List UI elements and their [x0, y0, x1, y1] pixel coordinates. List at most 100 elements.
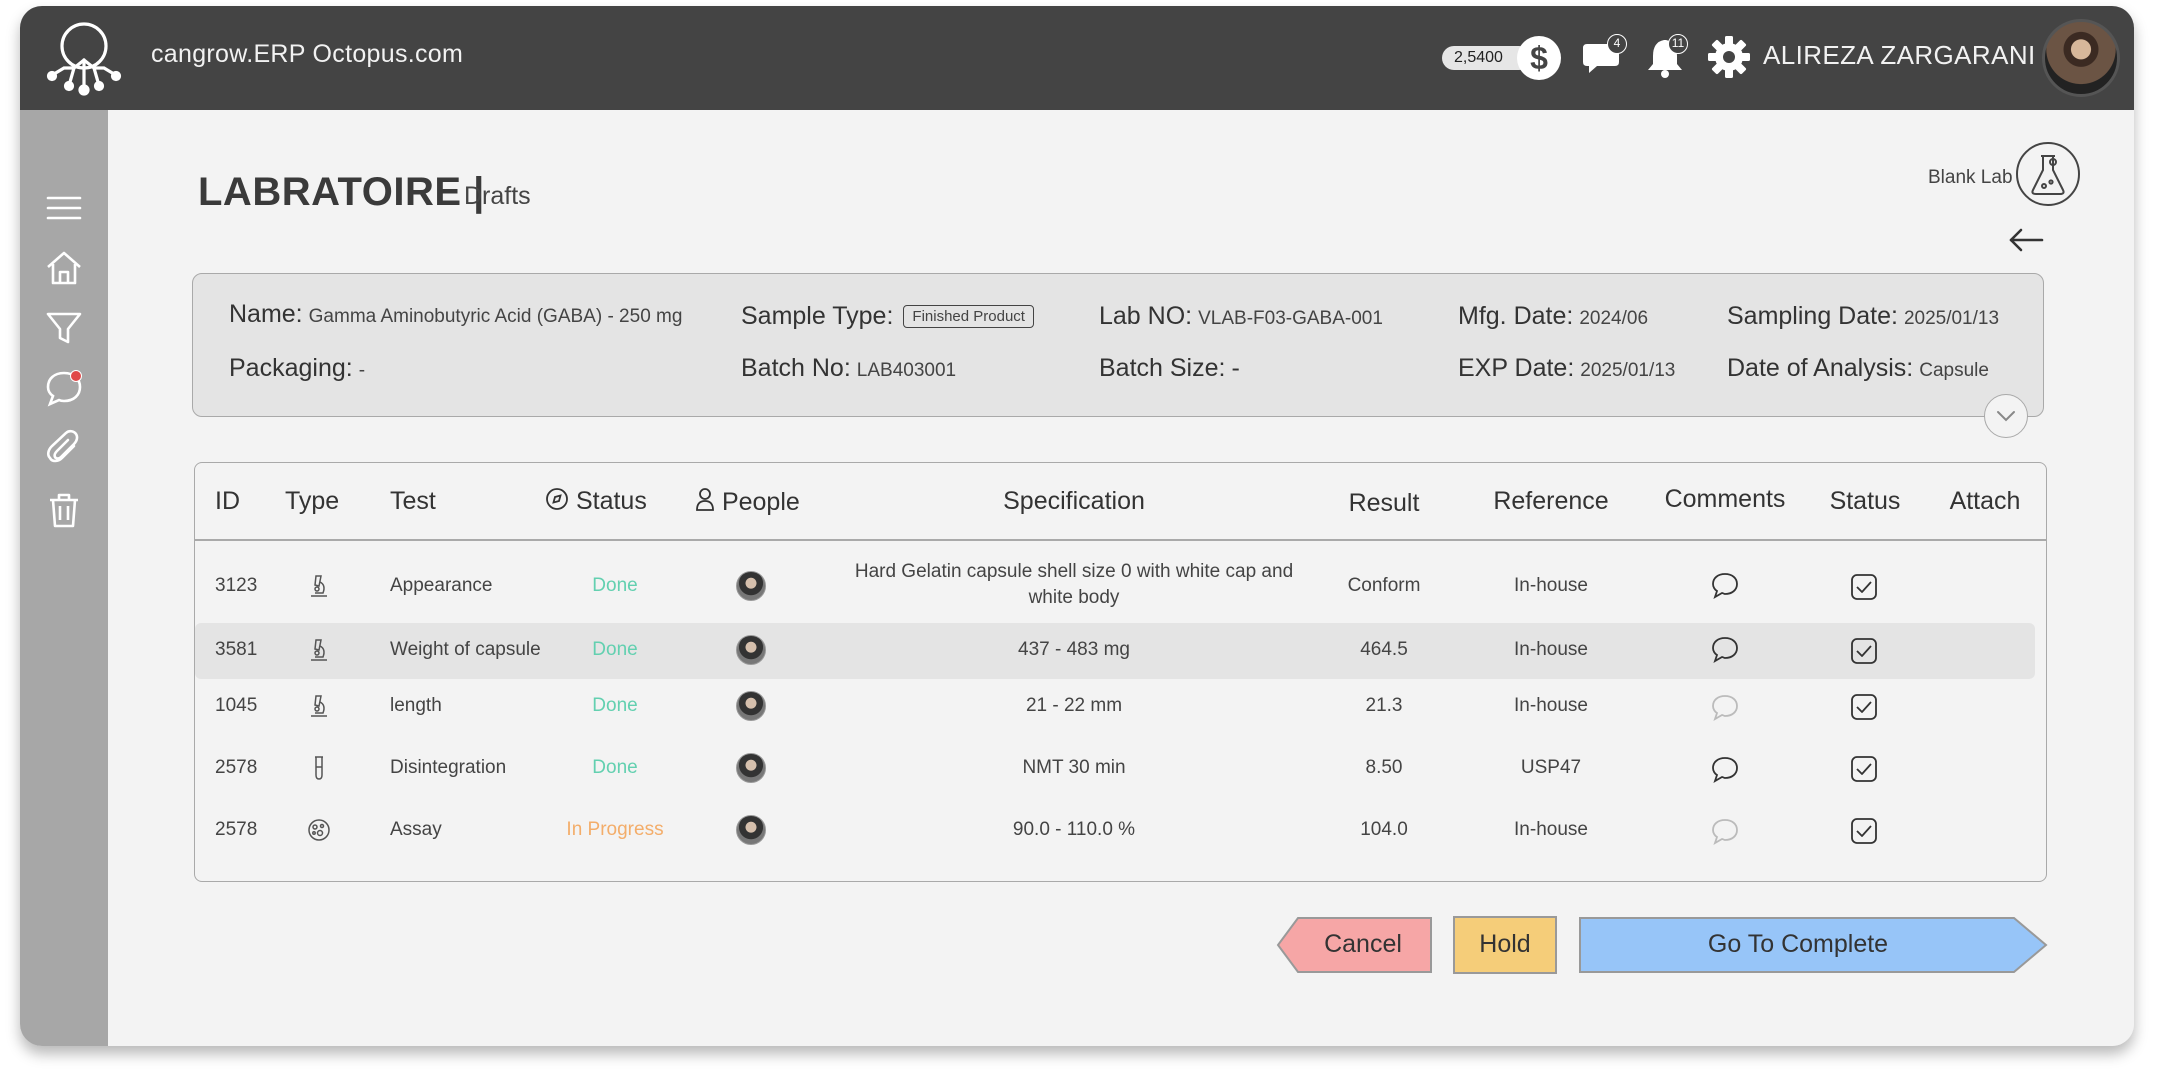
- sidebar: [20, 110, 108, 1046]
- table-row[interactable]: 3581 Weight of capsule Done 437 - 483 mg…: [195, 623, 2035, 679]
- gear-icon: [1708, 36, 1750, 78]
- row-person-avatar[interactable]: [736, 753, 766, 783]
- sampling-date-value: 2025/01/13: [1903, 308, 2000, 329]
- notifications-badge: 11: [1668, 34, 1688, 54]
- row-person-avatar[interactable]: [736, 691, 766, 721]
- batch-no-field: Batch No: LAB403001: [741, 354, 956, 383]
- main-content: LABRATOIRE | Drafts Blank Lab Name: Gamma…: [108, 110, 2134, 1046]
- col-attach[interactable]: Attach: [1950, 487, 2021, 516]
- name-field: Name: Gamma Aminobutyric Acid (GABA) - 25…: [229, 300, 682, 329]
- settings-button[interactable]: [1706, 34, 1752, 80]
- checkbox-checked-icon[interactable]: [1850, 573, 1878, 601]
- notifications-button[interactable]: 11: [1644, 34, 1690, 80]
- col-status-check[interactable]: Status: [1830, 487, 1901, 516]
- sample-type-field: Sample Type: Finished Product: [741, 302, 1034, 331]
- back-arrow-icon[interactable]: [2006, 220, 2046, 260]
- col-specification[interactable]: Specification: [1003, 487, 1145, 516]
- table-row[interactable]: 2578 Disintegration Done NMT 30 min 8.50…: [195, 741, 2035, 797]
- menu-icon[interactable]: [44, 188, 84, 228]
- microscope-icon: [311, 639, 327, 661]
- sampling-date-field: Sampling Date: 2025/01/13: [1727, 302, 1999, 331]
- col-test[interactable]: Test: [390, 487, 436, 516]
- expand-info-button[interactable]: [1984, 394, 2028, 438]
- row-specification: 90.0 - 110.0 %: [1012, 819, 1136, 840]
- batch-no-value: LAB403001: [856, 360, 957, 381]
- row-reference: In-house: [1514, 819, 1588, 840]
- col-result[interactable]: Result: [1349, 489, 1420, 518]
- checkbox-checked-icon[interactable]: [1850, 637, 1878, 665]
- chat-alert-badge: [70, 370, 82, 382]
- paperclip-icon[interactable]: [44, 428, 84, 468]
- col-people[interactable]: People: [695, 487, 800, 517]
- hold-label: Hold: [1479, 930, 1531, 958]
- user-name[interactable]: ALIREZA ZARGARANI: [1763, 40, 2036, 71]
- row-status: Done: [592, 575, 638, 596]
- col-status[interactable]: Status: [545, 487, 647, 516]
- row-test: Appearance: [390, 575, 493, 596]
- comment-icon[interactable]: [1710, 635, 1740, 663]
- col-people-label: People: [721, 488, 800, 516]
- col-id[interactable]: ID: [215, 487, 240, 516]
- comment-icon[interactable]: [1710, 693, 1740, 721]
- row-test: Assay: [390, 819, 442, 840]
- home-icon[interactable]: [44, 248, 84, 288]
- row-id: 3123: [215, 575, 258, 596]
- batch-size-field: Batch Size: -: [1099, 354, 1240, 383]
- dollar-icon[interactable]: $: [1517, 36, 1561, 80]
- table-row[interactable]: 1045 length Done 21 - 22 mm 21.3 In-hous…: [195, 679, 2035, 735]
- row-specification: 437 - 483 mg: [1018, 639, 1130, 660]
- checkbox-checked-icon[interactable]: [1850, 693, 1878, 721]
- blank-lab-button[interactable]: [2016, 142, 2080, 206]
- row-person-avatar[interactable]: [736, 635, 766, 665]
- row-specification: NMT 30 min: [1022, 757, 1126, 778]
- header-divider: [195, 539, 2046, 541]
- sample-info-panel: Name: Gamma Aminobutyric Acid (GABA) - 25…: [192, 273, 2044, 417]
- row-id: 2578: [215, 819, 258, 840]
- top-bar: cangrow.ERP Octopus.com 2,5400 $ 4 11 AL…: [20, 6, 2134, 110]
- cancel-label: Cancel: [1324, 930, 1402, 958]
- name-value: Gamma Aminobutyric Acid (GABA) - 250 mg: [308, 306, 683, 327]
- comment-icon[interactable]: [1710, 571, 1740, 599]
- site-title[interactable]: cangrow.ERP Octopus.com: [151, 40, 463, 69]
- col-comments[interactable]: Comments: [1665, 485, 1786, 514]
- user-avatar[interactable]: [2042, 19, 2120, 97]
- checkbox-checked-icon[interactable]: [1850, 817, 1878, 845]
- packaging-label: Packaging:: [229, 354, 353, 382]
- filter-icon[interactable]: [44, 308, 84, 348]
- sample-type-tag: Finished Product: [903, 305, 1034, 328]
- row-specification: 21 - 22 mm: [1025, 695, 1123, 716]
- row-person-avatar[interactable]: [736, 815, 766, 845]
- trash-icon[interactable]: [44, 490, 84, 530]
- name-label: Name:: [229, 300, 303, 328]
- mfg-date-field: Mfg. Date: 2024/06: [1458, 302, 1648, 331]
- table-row[interactable]: 2578 Assay In Progress 90.0 - 110.0 % 10…: [195, 803, 2035, 859]
- col-reference[interactable]: Reference: [1493, 487, 1608, 516]
- lab-no-field: Lab NO: VLAB-F03-GABA-001: [1099, 302, 1383, 331]
- batch-size-label: Batch Size:: [1099, 354, 1226, 382]
- table-row[interactable]: 3123 Appearance Done Hard Gelatin capsul…: [195, 559, 2035, 615]
- row-result: Conform: [1347, 575, 1421, 596]
- mfg-date-value: 2024/06: [1579, 308, 1649, 329]
- octopus-logo-icon[interactable]: [42, 16, 126, 102]
- row-test: length: [390, 695, 442, 716]
- messages-badge: 4: [1607, 34, 1627, 54]
- row-result: 21.3: [1365, 695, 1403, 716]
- col-type[interactable]: Type: [285, 487, 339, 516]
- sampling-date-label: Sampling Date:: [1727, 302, 1898, 330]
- checkbox-checked-icon[interactable]: [1850, 755, 1878, 783]
- petri-dish-icon: [308, 819, 330, 841]
- comment-icon[interactable]: [1710, 755, 1740, 783]
- row-id: 1045: [215, 695, 258, 716]
- lab-no-value: VLAB-F03-GABA-001: [1198, 308, 1383, 329]
- exp-date-value: 2025/01/13: [1580, 360, 1676, 381]
- analysis-date-field: Date of Analysis: Capsule: [1727, 354, 1989, 383]
- complete-label: Go To Complete: [1707, 930, 1889, 958]
- row-test: Disintegration: [390, 757, 507, 778]
- messages-button[interactable]: 4: [1581, 34, 1627, 80]
- comment-icon[interactable]: [1710, 817, 1740, 845]
- row-person-avatar[interactable]: [736, 571, 766, 601]
- exp-date-label: EXP Date:: [1458, 354, 1575, 382]
- sample-type-label: Sample Type:: [741, 302, 894, 330]
- row-result: 104.0: [1360, 819, 1408, 840]
- sidebar-chat[interactable]: [44, 368, 84, 408]
